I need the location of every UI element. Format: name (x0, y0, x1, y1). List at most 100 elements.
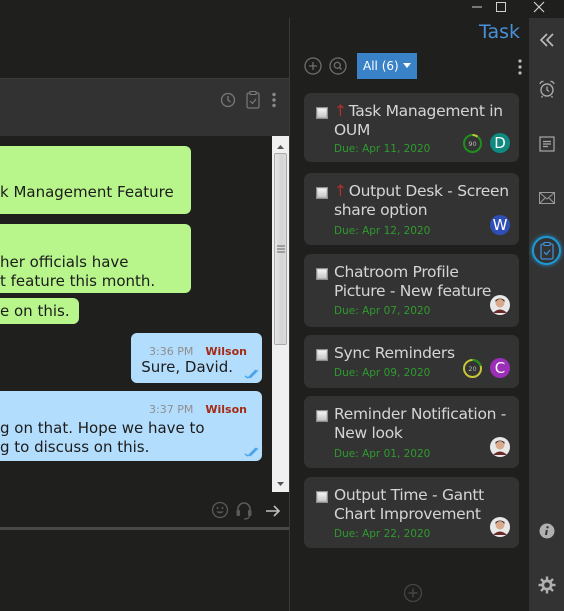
task-checkbox[interactable] (316, 187, 328, 199)
input-toolbar (0, 492, 289, 528)
assignee-avatar (490, 295, 510, 315)
info-button[interactable] (529, 516, 564, 546)
plus-circle-icon (304, 57, 322, 75)
task-title: Sync Reminders (334, 344, 514, 363)
task-card[interactable]: Sync Reminders Due: Apr 09, 2020 20 C (304, 335, 519, 388)
message-text: k Management Feature (0, 183, 174, 201)
progress-ring: 90 (463, 134, 482, 153)
assignee-avatar: C (490, 358, 510, 378)
settings-button[interactable] (529, 570, 564, 600)
search-icon (329, 57, 347, 75)
progress-label: 20 (468, 365, 476, 373)
avatar-initial: W (492, 216, 508, 234)
call-button[interactable] (235, 501, 253, 521)
maximize-icon (496, 2, 506, 12)
right-sidebar (529, 18, 564, 611)
task-checkbox[interactable] (316, 491, 328, 503)
send-button[interactable] (265, 503, 281, 517)
task-title: Chatroom Profile Picture - New feature (334, 263, 514, 301)
chat-pane: k Management Feature her officials have … (0, 0, 289, 611)
message-time: 3:37 PM (149, 403, 194, 416)
task-title: ↑ Output Desk - Screen share option (334, 182, 514, 220)
plus-circle-icon (403, 583, 423, 603)
scroll-thumb[interactable] (274, 153, 287, 345)
more-vertical-icon (518, 59, 522, 75)
app-window: k Management Feature her officials have … (0, 0, 564, 611)
sidebar-item-mail[interactable] (529, 183, 564, 213)
task-card[interactable]: ↑ Output Desk - Screen share option Due: A… (304, 173, 519, 245)
message-text: g to discuss on this. (0, 438, 150, 456)
avatar-initial: D (494, 134, 506, 152)
message-sender: Wilson (205, 403, 247, 416)
emoji-button[interactable] (211, 501, 229, 519)
message-input[interactable] (0, 530, 289, 611)
assignee-avatar (490, 437, 510, 457)
task-checkbox[interactable] (316, 349, 328, 361)
progress-label: 90 (468, 140, 476, 148)
task-panel: Task All (6) ↑ Task Management in OUM Due:… (290, 18, 528, 611)
progress-ring: 20 (463, 359, 482, 378)
message-text: Sure, David. (141, 358, 233, 376)
task-card[interactable]: Chatroom Profile Picture - New feature Du… (304, 254, 519, 327)
sidebar-item-notes[interactable] (529, 129, 564, 159)
arrow-down-icon (277, 481, 284, 486)
scroll-down-button[interactable] (272, 475, 289, 492)
message-bubble: k Management Feature (0, 146, 191, 214)
task-due-date: Due: Apr 12, 2020 (334, 225, 431, 237)
task-card[interactable]: ↑ Task Management in OUM Due: Apr 11, 2020… (304, 93, 519, 162)
settings-icon (538, 576, 555, 594)
maximize-button[interactable] (491, 0, 511, 14)
message-bubble: her officials have t feature this month. (0, 224, 191, 293)
reminder-button[interactable] (219, 90, 237, 110)
task-checkbox[interactable] (316, 268, 328, 280)
task-button[interactable] (244, 90, 262, 110)
message-list: k Management Feature her officials have … (0, 136, 272, 492)
task-card[interactable]: Output Time - Gantt Chart Improvement Due… (304, 477, 519, 548)
message-bubble: e on this. (0, 298, 79, 324)
alarm-icon (538, 80, 555, 98)
send-arrow-icon (266, 505, 281, 517)
message-scrollbar[interactable] (272, 136, 289, 492)
arrow-up-icon (277, 144, 284, 149)
collapse-button[interactable] (529, 25, 564, 55)
task-checkbox[interactable] (316, 107, 328, 119)
collapse-icon (539, 33, 554, 47)
search-tasks-button[interactable] (328, 56, 348, 76)
avatar-initial: C (494, 359, 506, 377)
task-due-date: Due: Apr 07, 2020 (334, 305, 431, 317)
info-icon (539, 523, 554, 539)
task-due-date: Due: Apr 11, 2020 (334, 143, 431, 155)
message-text: g on that. Hope we have to (0, 419, 205, 437)
notes-icon (538, 136, 555, 152)
tasks-icon (539, 242, 554, 260)
add-task-button[interactable] (303, 56, 323, 76)
sidebar-item-reminders[interactable] (529, 74, 564, 104)
double-check-icon (244, 369, 258, 379)
message-meta: 3:37 PM Wilson (149, 400, 247, 420)
add-task-bottom-button[interactable] (403, 583, 423, 603)
message-bubble: 3:36 PM Wilson Sure, David. (131, 333, 262, 383)
sidebar-item-tasks[interactable] (529, 236, 564, 266)
clock-icon (220, 92, 236, 108)
priority-arrow-icon: ↑ (334, 102, 347, 120)
message-text: her officials have (0, 253, 129, 271)
task-title: Output Time - Gantt Chart Improvement (334, 486, 514, 524)
message-text: e on this. (0, 302, 70, 320)
priority-arrow-icon: ↑ (334, 182, 347, 200)
task-title-text: Chatroom Profile Picture - New feature (334, 263, 492, 300)
minimize-icon (472, 6, 482, 8)
task-more-button[interactable] (516, 58, 524, 76)
chevron-down-icon (403, 63, 411, 68)
task-due-date: Due: Apr 09, 2020 (334, 367, 431, 379)
filter-selected: All (6) (363, 59, 399, 73)
task-checkbox[interactable] (316, 410, 328, 422)
minimize-button[interactable] (467, 0, 487, 14)
task-card[interactable]: Reminder Notification - New look Due: Apr… (304, 396, 519, 468)
assignee-avatar (490, 517, 510, 537)
double-check-icon (244, 447, 258, 457)
task-title-text: Reminder Notification - New look (334, 405, 507, 442)
task-due-date: Due: Apr 01, 2020 (334, 448, 431, 460)
task-filter-dropdown[interactable]: All (6) (357, 53, 417, 79)
close-button[interactable] (529, 0, 549, 14)
chat-more-button[interactable] (265, 90, 283, 110)
